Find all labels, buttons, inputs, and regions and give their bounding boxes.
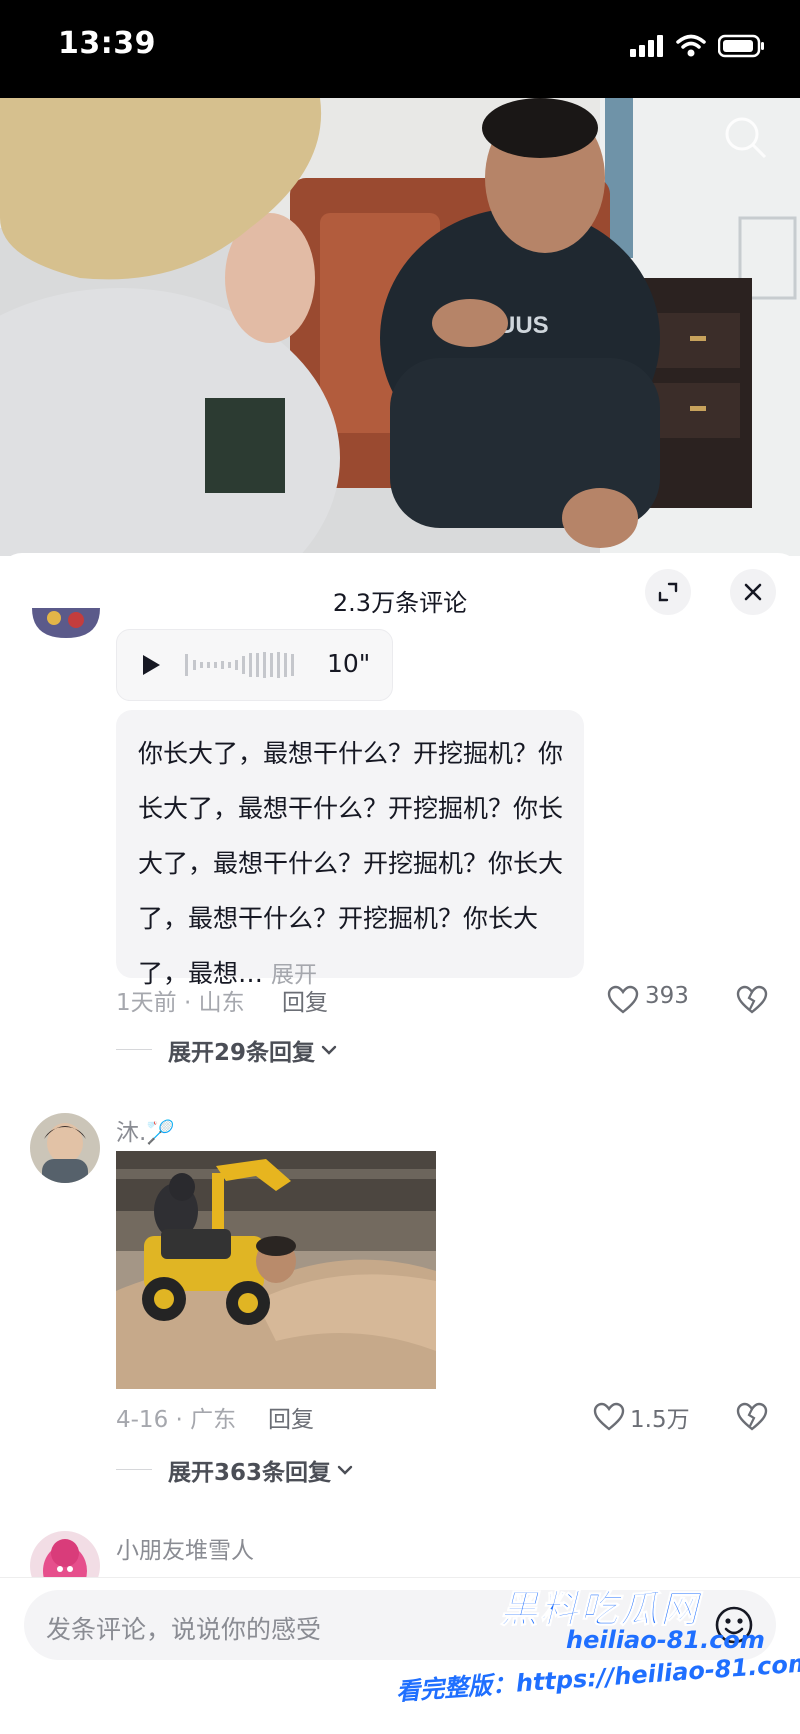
like-count: 393 (645, 983, 689, 1009)
expand-replies-button[interactable]: 展开29条回复 (168, 1033, 337, 1067)
divider (116, 1469, 152, 1470)
reply-button[interactable]: 回复 (282, 983, 328, 1017)
comment-text-bubble[interactable]: 你长大了，最想干什么？开挖掘机？你长大了，最想干什么？开挖掘机？你长大了，最想干… (116, 710, 584, 988)
dislike-icon[interactable] (736, 1402, 768, 1432)
expand-replies-button[interactable]: 展开363条回复 (168, 1453, 353, 1487)
comment-username[interactable]: 沐.🏸 (116, 1113, 175, 1147)
reply-button[interactable]: 回复 (268, 1400, 314, 1434)
wifi-icon (676, 34, 706, 57)
watermark-brand: 黑料吃瓜网 (499, 1587, 701, 1632)
status-time: 13:39 (58, 26, 156, 61)
comments-panel: 2.3万条评论 10" 你长大了，最想干什么？开挖掘机？你长大了，最想干什么？开… (0, 553, 800, 1733)
voice-duration: 10" (327, 649, 371, 678)
status-bar: 13:39 (0, 0, 800, 98)
video-frame: MUUS (0, 98, 800, 556)
play-icon (143, 655, 160, 675)
like-count: 1.5万 (630, 1407, 690, 1433)
video-search-icon[interactable] (720, 104, 780, 164)
voice-message[interactable]: 10" (116, 629, 393, 701)
video-player[interactable]: MUUS (0, 98, 800, 556)
status-icons (630, 34, 766, 58)
comment-input-placeholder: 发条评论，说说你的感受 (46, 1615, 322, 1644)
avatar[interactable] (30, 1113, 100, 1183)
heart-icon[interactable] (607, 985, 639, 1015)
heart-icon[interactable] (593, 1402, 625, 1432)
expand-icon (658, 582, 678, 602)
close-icon (744, 583, 762, 601)
chevron-down-icon (321, 1045, 337, 1055)
comment-text: 你长大了，最想干什么？开挖掘机？你长大了，最想干什么？开挖掘机？你长大了，最想干… (138, 739, 564, 988)
divider (116, 1049, 152, 1050)
battery-icon (718, 34, 764, 58)
waveform-icon (185, 652, 294, 678)
signal-icon (630, 35, 663, 57)
comment-meta: 1天前 · 山东 (116, 990, 245, 1016)
chevron-down-icon (337, 1465, 353, 1475)
comment-composer: 发条评论，说说你的感受 黑料吃瓜网 heiliao-81.com 看完整版：ht… (0, 1577, 800, 1734)
comment-username[interactable]: 小朋友堆雪人 (116, 1531, 254, 1565)
comment-image[interactable] (116, 1151, 436, 1389)
expand-replies-label: 展开29条回复 (168, 1040, 316, 1066)
dislike-icon[interactable] (736, 985, 768, 1015)
expand-replies-label: 展开363条回复 (168, 1460, 332, 1486)
comment-meta: 4-16 · 广东 (116, 1407, 237, 1433)
avatar[interactable] (32, 608, 100, 638)
